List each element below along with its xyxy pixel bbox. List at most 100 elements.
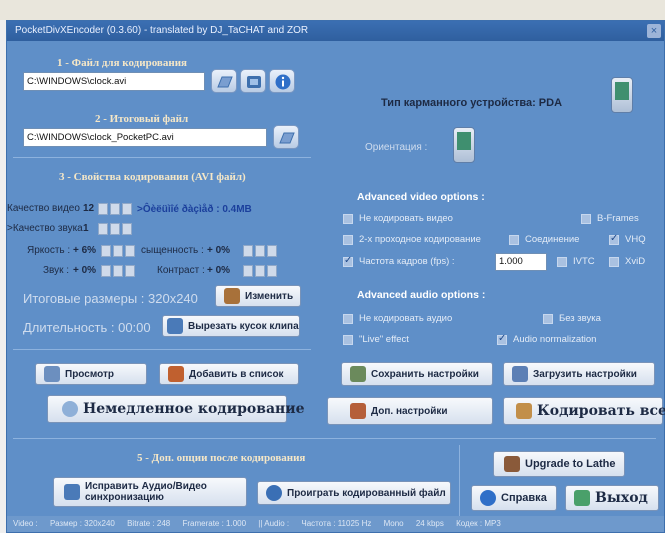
- load-icon: [512, 366, 528, 382]
- brightness-spin[interactable]: [101, 245, 111, 257]
- info-button[interactable]: [269, 69, 295, 93]
- video-quality-spin[interactable]: [110, 203, 120, 215]
- sound-value: + 0%: [73, 265, 97, 276]
- audio-quality-spin[interactable]: [122, 223, 132, 235]
- sound-spin[interactable]: [113, 265, 123, 277]
- audio-options-title: Advanced audio options :: [357, 289, 486, 301]
- sound-spin[interactable]: [125, 265, 135, 277]
- section1-title: 1 - Файл для кодирования: [57, 57, 187, 69]
- help-button[interactable]: Справка: [471, 485, 557, 511]
- load-settings-button[interactable]: Загрузить настройки: [503, 362, 655, 386]
- exit-icon: [574, 490, 590, 506]
- normalization-checkbox[interactable]: [497, 333, 507, 345]
- encode-all-label: Кодировать все: [537, 403, 665, 419]
- save-settings-button[interactable]: Сохранить настройки: [341, 362, 493, 386]
- save-icon: [350, 366, 366, 382]
- media-button[interactable]: [240, 69, 266, 93]
- bframes-label: B-Frames: [597, 213, 639, 224]
- sound-spin[interactable]: [101, 265, 111, 277]
- gear-icon: [62, 401, 78, 417]
- play-icon: [266, 485, 282, 501]
- audio-quality-value: 1: [83, 223, 89, 234]
- fix-sync-button[interactable]: Исправить Аудио/Видео синхронизацию: [53, 477, 247, 507]
- close-button[interactable]: ×: [647, 24, 661, 38]
- play-encoded-button[interactable]: Проиграть кодированный файл: [257, 481, 451, 505]
- media-icon: [247, 76, 261, 88]
- video-quality-spin[interactable]: [122, 203, 132, 215]
- duration-label: Длительность : 00:00: [23, 320, 151, 335]
- saturation-spin[interactable]: [267, 245, 277, 257]
- section5-title: 5 - Доп. опции после кодирования: [137, 452, 306, 464]
- join-checkbox[interactable]: [509, 235, 519, 245]
- two-pass-label: 2-х проходное кодирование: [359, 234, 481, 245]
- brightness-spin[interactable]: [113, 245, 123, 257]
- title-bar: PocketDivXEncoder (0.3.60) - translated …: [7, 21, 664, 41]
- no-audio-checkbox[interactable]: [343, 314, 353, 324]
- divider: [13, 157, 311, 158]
- ivtc-label: IVTC: [573, 256, 595, 267]
- contrast-spin[interactable]: [267, 265, 277, 277]
- framerate-checkbox[interactable]: [343, 255, 353, 267]
- audio-quality-spin[interactable]: [98, 223, 108, 235]
- output-file-field[interactable]: C:\WINDOWS\clock_PocketPC.avi: [23, 128, 267, 147]
- cut-clip-button[interactable]: Вырезать кусок клипа: [162, 315, 300, 337]
- orientation-icon[interactable]: [453, 127, 475, 163]
- audio-quality-spin[interactable]: [110, 223, 120, 235]
- preview-label: Просмотр: [65, 368, 114, 380]
- live-effect-checkbox[interactable]: [343, 335, 353, 345]
- audio-quality-label: >Качество звука: [7, 223, 83, 234]
- divider: [459, 445, 460, 519]
- status-mono: Mono: [383, 519, 404, 528]
- status-frequency: Частота : 11025 Hz: [301, 519, 372, 528]
- info-icon: [275, 74, 291, 90]
- two-pass-checkbox[interactable]: [343, 235, 353, 245]
- framerate-label: Частота кадров (fps) :: [359, 256, 455, 267]
- no-sound-checkbox[interactable]: [543, 314, 553, 324]
- ivtc-checkbox[interactable]: [557, 257, 567, 267]
- video-quality-spin[interactable]: [98, 203, 108, 215]
- browse-input-button[interactable]: [211, 69, 237, 93]
- status-bar: Video : Размер : 320x240 Bitrate : 248 F…: [7, 516, 664, 532]
- extra-settings-label: Доп. настройки: [371, 405, 448, 417]
- add-list-icon: [168, 366, 184, 382]
- status-codec: Кодек : MP3: [456, 519, 501, 528]
- preview-button[interactable]: Просмотр: [35, 363, 147, 385]
- help-icon: [480, 490, 496, 506]
- bframes-checkbox[interactable]: [581, 214, 591, 224]
- status-framerate: Framerate : 1.000: [182, 519, 247, 528]
- upgrade-label: Upgrade to Lathe: [525, 458, 616, 470]
- add-to-list-button[interactable]: Добавить в список: [159, 363, 299, 385]
- final-size-label: Итоговые размеры : 320x240: [23, 291, 198, 306]
- section2-title: 2 - Итоговый файл: [95, 113, 189, 125]
- saturation-spin[interactable]: [243, 245, 253, 257]
- upgrade-icon: [504, 456, 520, 472]
- video-options-title: Advanced video options :: [357, 191, 485, 203]
- framerate-input[interactable]: 1.000: [495, 253, 547, 271]
- upgrade-button[interactable]: Upgrade to Lathe: [493, 451, 625, 477]
- status-audio: || Audio :: [258, 519, 290, 528]
- estimated-size-text: >Ôèëüìîé ðàçìåð : 0.4MB: [137, 204, 252, 215]
- input-file-field[interactable]: C:\WINDOWS\clock.avi: [23, 72, 205, 91]
- background-strip: [0, 0, 665, 20]
- saturation-spin[interactable]: [255, 245, 265, 257]
- exit-button[interactable]: Выход: [565, 485, 659, 511]
- app-window: PocketDivXEncoder (0.3.60) - translated …: [6, 20, 665, 533]
- pda-device-icon[interactable]: [611, 77, 633, 113]
- live-effect-label: "Live" effect: [359, 334, 409, 345]
- no-video-checkbox[interactable]: [343, 214, 353, 224]
- divider: [13, 349, 311, 350]
- extra-settings-button[interactable]: Доп. настройки: [327, 397, 493, 425]
- no-sound-label: Без звука: [559, 313, 601, 324]
- folder-icon: [279, 132, 295, 144]
- brightness-spin[interactable]: [125, 245, 135, 257]
- contrast-spin[interactable]: [243, 265, 253, 277]
- encode-now-button[interactable]: Немедленное кодирование: [47, 395, 305, 423]
- contrast-spin[interactable]: [255, 265, 265, 277]
- change-size-button[interactable]: Изменить: [215, 285, 301, 307]
- xvid-checkbox[interactable]: [609, 257, 619, 267]
- encode-all-button[interactable]: Кодировать все: [503, 397, 665, 425]
- settings-icon: [350, 403, 366, 419]
- browse-output-button[interactable]: [273, 125, 299, 149]
- window-title: PocketDivXEncoder (0.3.60) - translated …: [15, 25, 309, 36]
- vhq-checkbox[interactable]: [609, 233, 619, 245]
